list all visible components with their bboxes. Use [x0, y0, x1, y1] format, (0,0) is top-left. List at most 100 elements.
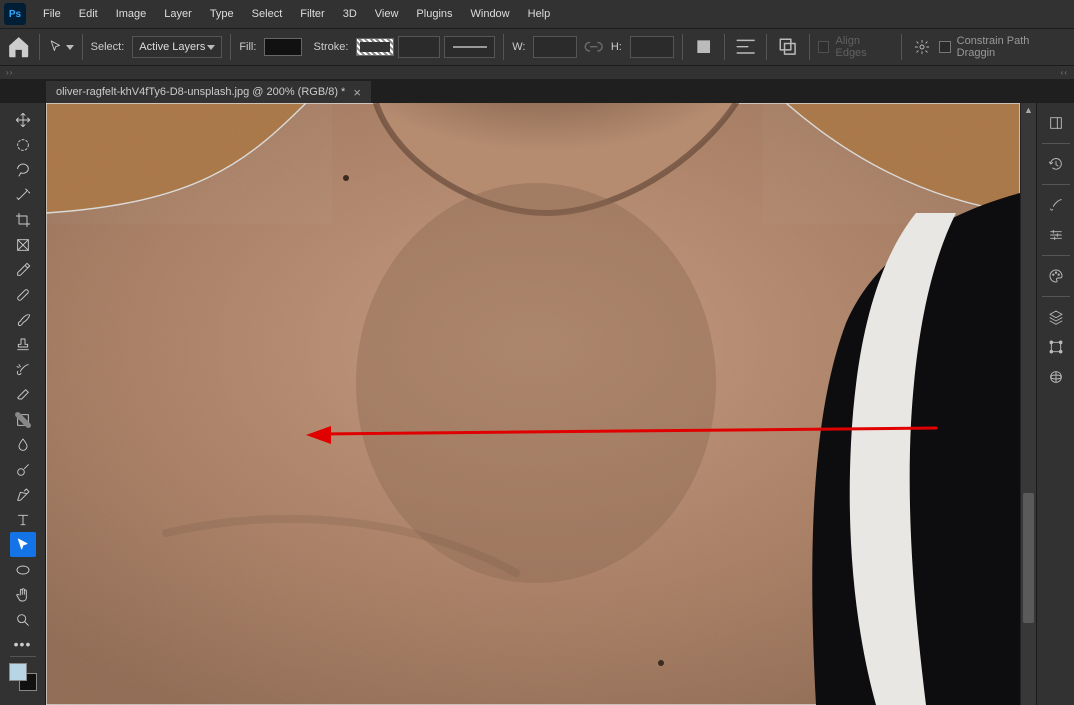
- chevron-down-icon: [66, 45, 74, 50]
- height-input[interactable]: [630, 36, 674, 58]
- learn-panel-button[interactable]: [1042, 109, 1070, 137]
- path-alignment-button[interactable]: [733, 34, 758, 60]
- menu-layer[interactable]: Layer: [155, 0, 201, 28]
- history-panel-button[interactable]: [1042, 150, 1070, 178]
- marquee-icon: [15, 137, 31, 153]
- checkbox-icon: [818, 41, 830, 53]
- square-icon: [691, 34, 716, 59]
- layers-icon: [1048, 309, 1064, 325]
- separator: [82, 34, 83, 60]
- options-bar: Select: Active Layers Fill: Stroke: W: H…: [0, 28, 1074, 66]
- separator: [503, 34, 504, 60]
- link-wh-button[interactable]: [581, 34, 606, 60]
- menu-image[interactable]: Image: [107, 0, 156, 28]
- select-label: Select:: [91, 41, 125, 53]
- clone-tool[interactable]: [10, 332, 36, 357]
- menu-file[interactable]: File: [34, 0, 70, 28]
- eyedropper-tool[interactable]: [10, 257, 36, 282]
- stroke-style-dropdown[interactable]: [444, 36, 495, 58]
- eraser-tool[interactable]: [10, 382, 36, 407]
- channels-panel-button[interactable]: [1042, 333, 1070, 361]
- checkbox-icon: [939, 41, 951, 53]
- scroll-up-arrow-icon[interactable]: ▲: [1021, 103, 1036, 117]
- hand-tool[interactable]: [10, 582, 36, 607]
- path-select-tool-indicator[interactable]: [48, 34, 73, 60]
- layers-panel-button[interactable]: [1042, 303, 1070, 331]
- blur-tool[interactable]: [10, 432, 36, 457]
- menu-edit[interactable]: Edit: [70, 0, 107, 28]
- w-label: W:: [512, 41, 525, 53]
- menu-filter[interactable]: Filter: [291, 0, 333, 28]
- cursor-icon: [15, 537, 31, 553]
- document-tab[interactable]: oliver-ragfelt-khV4fTy6-D8-unsplash.jpg …: [46, 81, 371, 103]
- left-grip-icon[interactable]: ››: [6, 68, 13, 77]
- link-icon: [581, 34, 606, 59]
- menu-plugins[interactable]: Plugins: [407, 0, 461, 28]
- color-swatches[interactable]: [9, 663, 37, 691]
- menu-help[interactable]: Help: [519, 0, 560, 28]
- stroke-swatch[interactable]: [356, 38, 393, 56]
- home-icon: [6, 34, 31, 59]
- close-icon[interactable]: ×: [353, 86, 361, 99]
- brush-tool[interactable]: [10, 307, 36, 332]
- zoom-icon: [15, 612, 31, 628]
- document-canvas[interactable]: [46, 103, 1020, 705]
- lasso-tool[interactable]: [10, 157, 36, 182]
- separator: [682, 34, 683, 60]
- 3d-panel-button[interactable]: [1042, 363, 1070, 391]
- menu-window[interactable]: Window: [462, 0, 519, 28]
- shape-tool[interactable]: [10, 557, 36, 582]
- crop-tool[interactable]: [10, 207, 36, 232]
- move-tool[interactable]: [10, 107, 36, 132]
- right-grip-icon[interactable]: ‹‹: [1061, 68, 1068, 77]
- gear-icon: [914, 39, 930, 55]
- history-brush-tool[interactable]: [10, 357, 36, 382]
- path-operations-button[interactable]: [691, 34, 716, 60]
- canvas-area: ▲: [46, 103, 1036, 705]
- marquee-tool[interactable]: [10, 132, 36, 157]
- width-field: W:: [512, 36, 577, 58]
- healing-tool[interactable]: [10, 282, 36, 307]
- menu-type[interactable]: Type: [201, 0, 243, 28]
- path-select-tool[interactable]: [10, 532, 36, 557]
- bandage-icon: [15, 287, 31, 303]
- type-tool[interactable]: [10, 507, 36, 532]
- gradient-tool[interactable]: [10, 407, 36, 432]
- scrollbar-thumb[interactable]: [1023, 493, 1034, 623]
- width-input[interactable]: [533, 36, 577, 58]
- menu-select[interactable]: Select: [243, 0, 292, 28]
- brush-settings-button[interactable]: [1042, 191, 1070, 219]
- foreground-color-swatch[interactable]: [9, 663, 27, 681]
- constrain-checkbox[interactable]: Constrain Path Draggin: [939, 35, 1068, 59]
- frame-tool[interactable]: [10, 232, 36, 257]
- separator: [724, 34, 725, 60]
- pen-tool[interactable]: [10, 482, 36, 507]
- gear-button[interactable]: [910, 34, 935, 60]
- dodge-tool[interactable]: [10, 457, 36, 482]
- separator: [1042, 184, 1070, 185]
- brush-settings-icon: [1048, 197, 1064, 213]
- brush-presets-button[interactable]: [1042, 221, 1070, 249]
- path-arrangement-button[interactable]: [775, 34, 800, 60]
- sliders-icon: [1048, 227, 1064, 243]
- ellipse-icon: [15, 562, 31, 578]
- swatches-panel-button[interactable]: [1042, 262, 1070, 290]
- menu-3d[interactable]: 3D: [334, 0, 366, 28]
- move-icon: [15, 112, 31, 128]
- fill-swatch[interactable]: [264, 38, 301, 56]
- constrain-label: Constrain Path Draggin: [957, 35, 1068, 59]
- wand-icon: [15, 187, 31, 203]
- align-icon: [733, 34, 758, 59]
- separator: [10, 656, 36, 657]
- separator: [39, 34, 40, 60]
- zoom-tool[interactable]: [10, 607, 36, 632]
- align-edges-checkbox[interactable]: Align Edges: [818, 35, 893, 59]
- eraser-icon: [15, 387, 31, 403]
- select-dropdown[interactable]: Active Layers: [132, 36, 222, 58]
- edit-toolbar-button[interactable]: •••: [14, 634, 32, 654]
- home-button[interactable]: [6, 34, 31, 60]
- wand-tool[interactable]: [10, 182, 36, 207]
- vertical-scrollbar[interactable]: ▲: [1020, 103, 1036, 705]
- menu-view[interactable]: View: [366, 0, 408, 28]
- stroke-width-input[interactable]: [398, 36, 441, 58]
